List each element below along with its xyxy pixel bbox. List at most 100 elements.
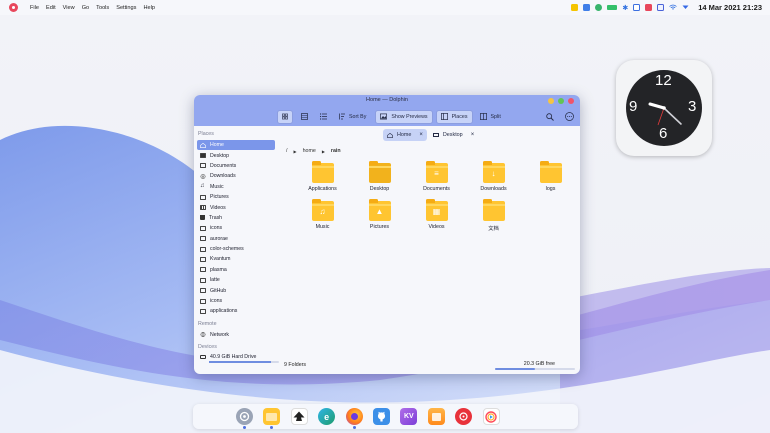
sidebar-item-videos[interactable]: Videos [197, 202, 275, 212]
dock-app-inkscape[interactable] [290, 408, 308, 425]
menu-help[interactable]: Help [143, 5, 155, 11]
drive-usage-fill [209, 361, 271, 363]
minimize-button[interactable] [548, 98, 554, 104]
sidebar-item-documents[interactable]: Documents [197, 161, 275, 171]
maximize-button[interactable] [558, 98, 564, 104]
show-previews-label: Show Previews [391, 113, 428, 120]
menu-icon[interactable] [565, 112, 574, 121]
sidebar-item-color-schemes[interactable]: color-schemes [197, 244, 275, 254]
icons-view-button[interactable] [277, 109, 293, 124]
menu-tools[interactable]: Tools [96, 5, 109, 11]
sidebar-item-aurorae[interactable]: aurorae [197, 234, 275, 244]
sidebar-item-pictures[interactable]: Pictures [197, 192, 275, 202]
sort-icon [339, 113, 345, 120]
menu-view[interactable]: View [63, 5, 75, 11]
sidebar-item-latte[interactable]: latte [197, 275, 275, 285]
folder-pictures[interactable]: ▲ Pictures [351, 199, 408, 239]
folder-downloads[interactable]: ↓ Downloads [465, 161, 522, 201]
sidebar-item-downloads[interactable]: Downloads [197, 171, 275, 181]
sort-by-button[interactable]: Sort By [334, 110, 370, 124]
sidebar-item-label: Downloads [210, 173, 236, 180]
tab-home[interactable]: Home × [383, 129, 427, 141]
folder-icon: ▦ [425, 199, 448, 221]
breadcrumb-root[interactable]: / [286, 148, 287, 154]
folder-icon[interactable] [583, 4, 591, 11]
close-button[interactable] [568, 98, 574, 104]
app-launcher-button[interactable] [9, 3, 18, 12]
folder-music[interactable]: ♫ Music [294, 199, 351, 239]
gear-icon [239, 411, 250, 422]
breadcrumb-current[interactable]: rain [331, 148, 341, 154]
image-icon [380, 113, 388, 120]
note-icon[interactable] [571, 4, 579, 11]
breadcrumb-home[interactable]: home [303, 148, 316, 154]
clipboard-icon[interactable] [633, 4, 641, 11]
sidebar-item-hard-drive[interactable]: 40.9 GiB Hard Drive [197, 353, 275, 360]
trash-icon [200, 215, 205, 221]
analog-clock-widget[interactable]: 12 3 6 9 [616, 60, 712, 156]
remote-header: Remote [198, 320, 217, 327]
dock-app-kvantum[interactable]: KV [400, 408, 418, 425]
chevron-down-icon[interactable] [682, 5, 689, 10]
sidebar-item-label: plasma [210, 266, 227, 273]
places-header: Places [198, 131, 214, 137]
folder-applications[interactable]: Applications [294, 161, 351, 201]
menu-file[interactable]: File [30, 5, 39, 11]
sidebar-item-applications[interactable]: applications [197, 306, 275, 316]
split-button[interactable]: Split [476, 110, 505, 124]
details-view-button[interactable] [315, 110, 331, 124]
sidebar-item-label: latte [210, 277, 220, 284]
folder-wendang[interactable]: 文档 [465, 199, 522, 239]
compact-view-button[interactable] [296, 110, 312, 124]
sidebar-item-label: Kvantum [210, 256, 231, 263]
search-icon[interactable] [546, 112, 554, 121]
tab-bar: Home × Desktop × [383, 129, 478, 141]
tab-desktop[interactable]: Desktop × [429, 129, 478, 141]
grid-icon [282, 113, 288, 120]
folder-documents[interactable]: ≡ Documents [408, 161, 465, 201]
home-icon [200, 142, 206, 148]
sidebar-item-icons-2[interactable]: icons [197, 296, 275, 306]
show-previews-button[interactable]: Show Previews [375, 109, 433, 124]
sidebar-item-kvantum[interactable]: Kvantum [197, 254, 275, 264]
sidebar-item-music[interactable]: ♫ Music [197, 182, 275, 192]
sidebar-item-label: GitHub [210, 287, 227, 294]
dock-app-player[interactable] [482, 408, 500, 425]
battery-icon[interactable] [607, 5, 618, 10]
sidebar-item-network[interactable]: Network [197, 330, 275, 340]
menu-settings[interactable]: Settings [116, 5, 136, 11]
sidebar-item-plasma[interactable]: plasma [197, 265, 275, 275]
folder-logs[interactable]: logs [522, 161, 579, 201]
folder-desktop[interactable]: Desktop [351, 161, 408, 201]
dock-app-store[interactable] [427, 408, 445, 425]
firefox-icon [350, 413, 358, 420]
dock-app-edge[interactable]: e [318, 408, 336, 425]
close-tab-icon[interactable]: × [419, 132, 423, 138]
menu-go[interactable]: Go [82, 5, 89, 11]
close-tab-icon[interactable]: × [471, 132, 475, 138]
panel-clock[interactable]: 14 Mar 2021 21:23 [698, 3, 762, 12]
dock-app-settings[interactable] [236, 408, 253, 429]
dock-app-music[interactable] [455, 408, 473, 425]
dock-app-github[interactable] [372, 408, 390, 425]
wifi-icon[interactable] [669, 4, 677, 11]
cloud-icon[interactable] [595, 4, 603, 11]
sidebar-item-label: Music [210, 183, 224, 190]
mail-icon[interactable] [645, 4, 653, 11]
folder-icon [200, 256, 206, 262]
menu-edit[interactable]: Edit [46, 5, 56, 11]
folder-icon [200, 225, 206, 231]
sidebar-item-desktop[interactable]: Desktop [197, 150, 275, 160]
titlebar[interactable]: Home — Dolphin Sort By Show Previews Pla… [194, 95, 580, 126]
places-button[interactable]: Places [435, 109, 473, 124]
notes-icon[interactable] [657, 4, 665, 11]
free-space: 20.3 GiB free [523, 361, 555, 367]
folder-videos[interactable]: ▦ Videos [408, 199, 465, 239]
sidebar-item-home[interactable]: Home [197, 140, 275, 151]
sidebar-item-github[interactable]: GitHub [197, 285, 275, 295]
bluetooth-icon[interactable]: ✱ [622, 4, 628, 12]
sidebar-item-icons[interactable]: icons [197, 223, 275, 233]
dock-app-firefox[interactable] [345, 408, 363, 429]
dock-app-files[interactable] [263, 408, 281, 429]
sidebar-item-trash[interactable]: Trash [197, 213, 275, 223]
